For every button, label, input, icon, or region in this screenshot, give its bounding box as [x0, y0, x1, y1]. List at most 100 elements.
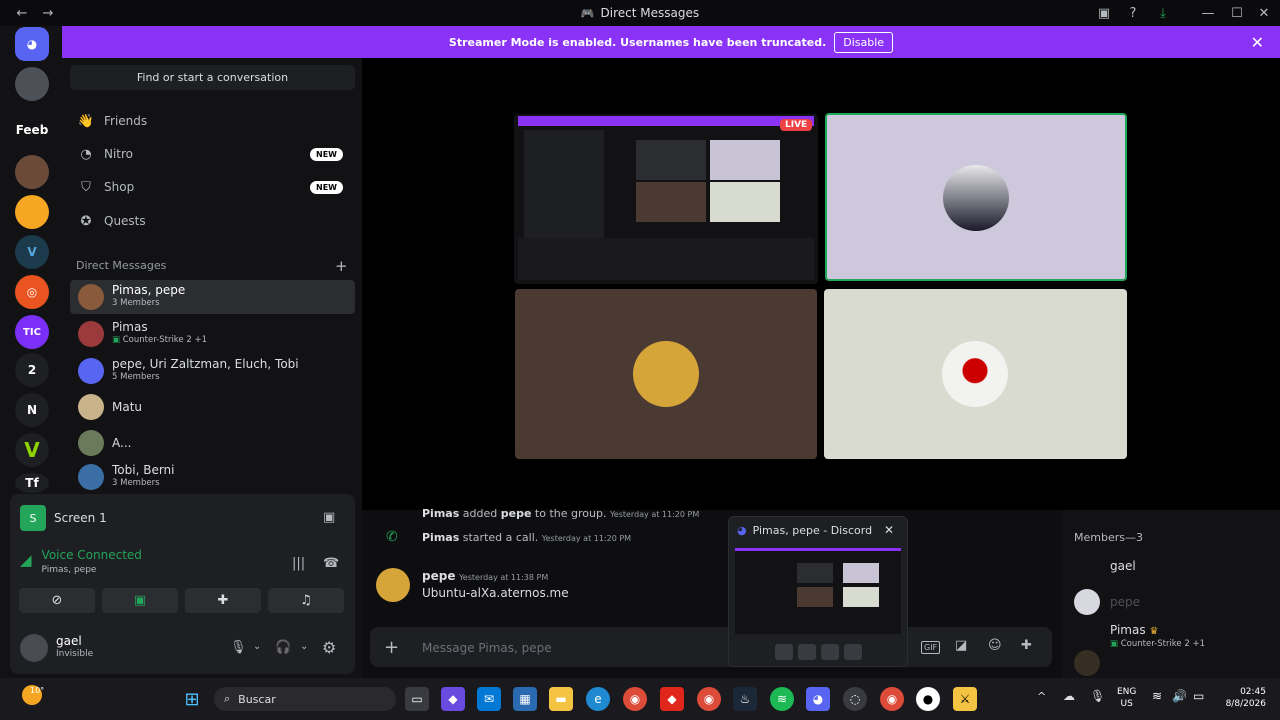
copilot-icon[interactable]: ◆ — [441, 687, 465, 711]
avatar — [78, 284, 104, 310]
server-v-icon[interactable]: V — [15, 433, 49, 467]
activities-button[interactable]: ✚ — [185, 588, 261, 613]
server-feeb[interactable]: Feeb — [15, 113, 49, 147]
mail-icon[interactable]: ✉ — [477, 687, 501, 711]
find-conversation-button[interactable]: Find or start a conversation — [70, 65, 355, 90]
download-icon[interactable]: ⤓ — [1155, 5, 1171, 21]
language-indicator[interactable]: ENG US — [1117, 686, 1136, 710]
create-dm-icon[interactable]: + — [335, 257, 348, 275]
dm-item[interactable]: pepe, Uri Zaltzman, Eluch, Tobi 5 Members — [70, 354, 355, 388]
disable-streamer-button[interactable]: Disable — [834, 31, 894, 53]
preview-headphones-button[interactable] — [821, 644, 839, 660]
maximize-button[interactable]: ☐ — [1229, 5, 1245, 21]
chrome-profile-icon[interactable]: ◉ — [697, 687, 721, 711]
obs-icon[interactable]: ● — [916, 687, 940, 711]
window-preview-thumbnail[interactable] — [735, 548, 901, 634]
inbox-icon[interactable]: ▣ — [1096, 5, 1112, 21]
microphone-icon[interactable]: 🎙 — [230, 640, 247, 655]
sticker-icon[interactable]: ◪ — [955, 638, 967, 653]
preview-mic-button[interactable] — [798, 644, 816, 660]
server-tf[interactable]: Tf — [15, 473, 49, 493]
ubuntu-server-icon[interactable]: ◎ — [15, 275, 49, 309]
screen-share-preview[interactable]: S Screen 1 — [20, 505, 107, 531]
dm-item[interactable]: Tobi, Berni 3 Members — [70, 462, 355, 492]
nav-nitro[interactable]: ◔ Nitro NEW — [70, 139, 355, 169]
participant-tile[interactable] — [825, 113, 1127, 281]
help-icon[interactable]: ? — [1125, 5, 1141, 21]
discord-taskbar-icon[interactable]: ◕ — [806, 687, 830, 711]
nav-friends[interactable]: 👋 Friends — [70, 106, 355, 136]
edge-icon[interactable]: e — [586, 687, 610, 711]
message-input[interactable]: Message Pimas, pepe — [422, 641, 552, 655]
dm-item[interactable]: Matu — [70, 390, 355, 424]
server-avatar-1[interactable] — [15, 67, 49, 101]
message-body: Ubuntu-alXa.aternos.me — [422, 586, 569, 600]
apps-icon[interactable]: ✚ — [1021, 638, 1032, 653]
headphones-icon[interactable]: 🎧 — [275, 640, 291, 655]
emoji-icon[interactable]: ☺ — [988, 638, 1002, 653]
server-2[interactable]: 2 — [15, 353, 49, 387]
volume-icon[interactable]: 🔊 — [1172, 689, 1187, 703]
server-tic[interactable]: TIC — [15, 315, 49, 349]
app-counter-strike-icon[interactable]: ⚔ — [953, 687, 977, 711]
file-explorer-icon[interactable]: ▬ — [549, 687, 573, 711]
home-discord-icon[interactable]: ◕ — [15, 27, 49, 61]
app-diamond-icon[interactable]: ◆ — [660, 687, 684, 711]
windows-start-icon[interactable]: ⊞ — [180, 687, 204, 711]
preview-disconnect-button[interactable] — [844, 644, 862, 660]
wifi-icon[interactable]: ≋ — [1152, 689, 1162, 703]
gif-icon[interactable]: GIF — [921, 641, 941, 654]
disconnect-icon[interactable]: ☎ — [323, 556, 339, 571]
voice-connected-label[interactable]: Voice Connected — [42, 548, 142, 563]
chevron-up-icon[interactable]: ^ — [1037, 690, 1046, 703]
chrome-alt-icon[interactable]: ◉ — [880, 687, 904, 711]
nav-shop[interactable]: ⛉ Shop NEW — [70, 172, 355, 202]
screen-share-button[interactable]: ▣ — [102, 588, 178, 613]
tray-app-icon[interactable]: ☁ — [1063, 689, 1075, 703]
soundboard-button[interactable]: ♫ — [268, 588, 344, 613]
dm-item[interactable]: Pimas, pepe 3 Members — [70, 280, 355, 314]
stop-stream-icon[interactable]: ▣ — [323, 510, 335, 525]
minimize-button[interactable]: — — [1200, 5, 1216, 21]
screen-share-icon: ▣ — [133, 593, 147, 608]
app-circle-icon[interactable]: ◌ — [843, 687, 867, 711]
participant-tile[interactable] — [515, 289, 817, 459]
taskbar-search[interactable]: ⌕ Buscar — [214, 687, 396, 711]
battery-icon[interactable]: ▭ — [1193, 689, 1204, 703]
avatar — [633, 341, 699, 407]
dm-item[interactable]: Pimas ▣ Counter-Strike 2 +1 — [70, 317, 355, 351]
attach-plus-icon[interactable]: + — [384, 637, 399, 658]
noise-suppression-icon[interactable]: ||| — [292, 556, 305, 571]
nav-quests[interactable]: ✪ Quests — [70, 206, 355, 236]
participant-tile[interactable] — [824, 289, 1127, 459]
avatar[interactable] — [376, 568, 410, 602]
stream-thumbnail-tile — [636, 140, 706, 180]
close-popup-icon[interactable]: ✕ — [884, 523, 894, 537]
gear-icon[interactable]: ⚙ — [322, 638, 336, 657]
close-window-button[interactable]: ✕ — [1256, 5, 1272, 21]
server-avatar-3[interactable] — [15, 195, 49, 229]
server-n[interactable]: N — [15, 393, 49, 427]
stream-tile[interactable]: LIVE — [514, 114, 818, 284]
voice-channel-label[interactable]: Pimas, pepe — [42, 563, 142, 578]
chevron-down-icon[interactable]: ⌄ — [253, 641, 261, 652]
spotify-icon[interactable]: ≋ — [770, 687, 794, 711]
clock[interactable]: 02:45 8/8/2026 — [1212, 686, 1266, 710]
dm-item[interactable]: A... — [70, 426, 355, 460]
weather-temp: 10° — [30, 686, 45, 695]
user-area[interactable]: gael Invisible — [20, 634, 93, 662]
camera-off-button[interactable]: ⊘ — [19, 588, 95, 613]
member-item[interactable]: gael — [1110, 559, 1136, 573]
member-item[interactable]: Pimas ♛ ▣ Counter-Strike 2 +1 — [1110, 624, 1205, 651]
server-avatar-2[interactable] — [15, 155, 49, 189]
member-item[interactable]: pepe — [1110, 595, 1140, 609]
server-avatar-4[interactable]: V — [15, 235, 49, 269]
task-view-icon[interactable]: ▭ — [405, 687, 429, 711]
store-icon[interactable]: ▦ — [513, 687, 537, 711]
chevron-down-icon[interactable]: ⌄ — [300, 641, 308, 652]
steam-icon[interactable]: ♨ — [733, 687, 757, 711]
preview-camera-button[interactable] — [775, 644, 793, 660]
tray-mic-icon[interactable]: 🎙 — [1090, 689, 1105, 703]
close-banner-icon[interactable]: ✕ — [1251, 33, 1264, 52]
chrome-icon[interactable]: ◉ — [623, 687, 647, 711]
